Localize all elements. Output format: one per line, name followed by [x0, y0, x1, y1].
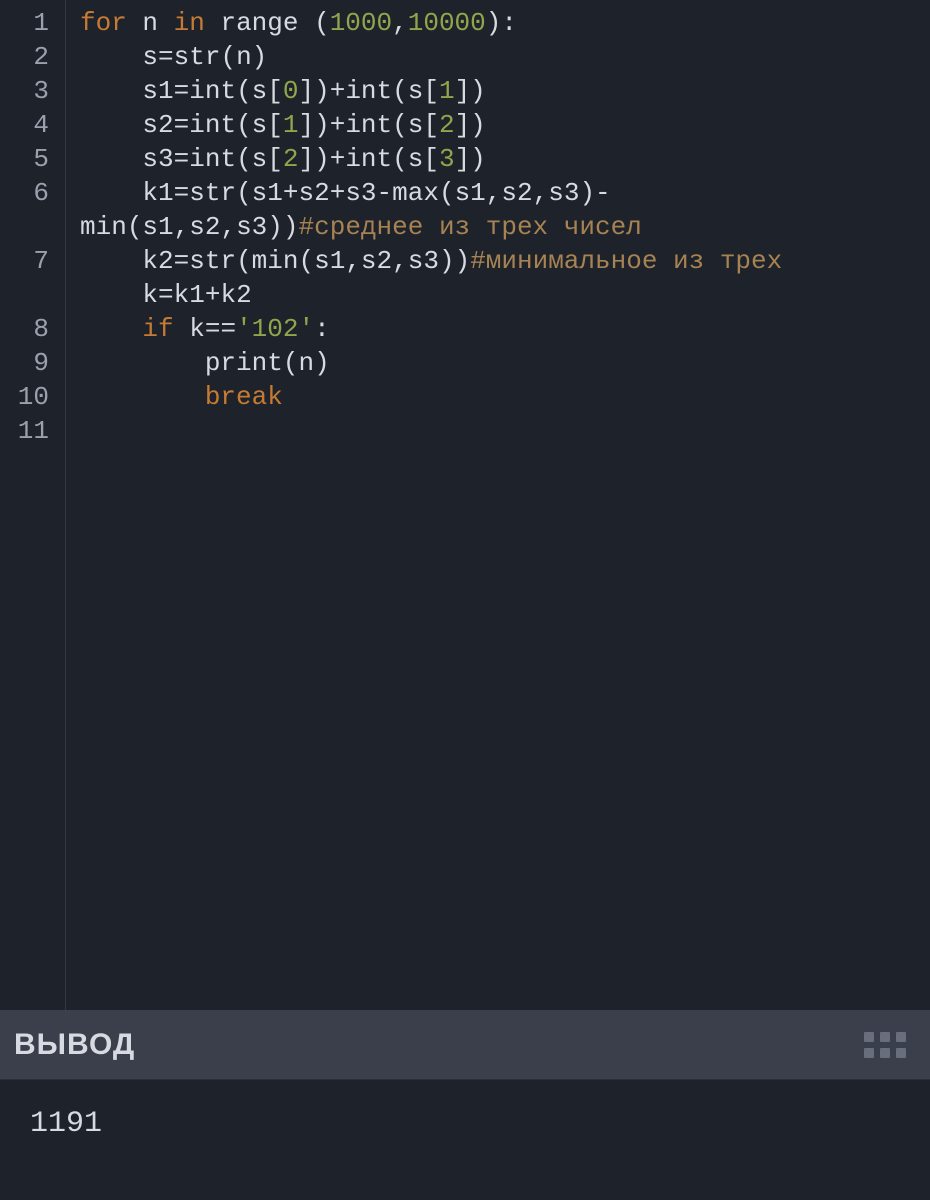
code-line: min(s1,s2,s3))#среднее из трех чисел [80, 212, 642, 242]
line-number: 9 [0, 346, 65, 380]
code-line: print(n) [80, 348, 330, 378]
line-number-wrap [0, 210, 65, 244]
code-line: k2=str(min(s1,s2,s3))#минимальное из тре… [80, 246, 782, 276]
code-editor[interactable]: 1 2 3 4 5 6 7 8 9 10 11 for n in range (… [0, 0, 930, 1010]
line-number: 6 [0, 176, 65, 210]
output-panel-body: 1191 [0, 1080, 930, 1200]
code-line: s1=int(s[0])+int(s[1]) [80, 76, 486, 106]
line-number: 1 [0, 6, 65, 40]
line-number: 8 [0, 312, 65, 346]
line-number: 10 [0, 380, 65, 414]
code-line: k1=str(s1+s2+s3-max(s1,s2,s3)- [80, 178, 611, 208]
line-number: 7 [0, 244, 65, 278]
output-text: 1191 [30, 1107, 102, 1141]
line-number: 5 [0, 142, 65, 176]
line-number-wrap [0, 278, 65, 312]
line-number: 4 [0, 108, 65, 142]
output-title: ВЫВОД [14, 1028, 135, 1062]
line-number-gutter: 1 2 3 4 5 6 7 8 9 10 11 [0, 0, 66, 1010]
code-line: if k=='102': [80, 314, 330, 344]
code-line: break [80, 382, 283, 412]
code-area[interactable]: for n in range (1000,10000): s=str(n) s1… [66, 0, 930, 1010]
code-line: s3=int(s[2])+int(s[3]) [80, 144, 486, 174]
code-line: for n in range (1000,10000): [80, 8, 517, 38]
output-panel-header[interactable]: ВЫВОД [0, 1010, 930, 1080]
line-number: 11 [0, 414, 65, 448]
code-line: k=k1+k2 [80, 280, 252, 310]
code-line: s2=int(s[1])+int(s[2]) [80, 110, 486, 140]
line-number: 3 [0, 74, 65, 108]
drag-handle-icon[interactable] [864, 1032, 906, 1058]
line-number: 2 [0, 40, 65, 74]
code-line: s=str(n) [80, 42, 267, 72]
